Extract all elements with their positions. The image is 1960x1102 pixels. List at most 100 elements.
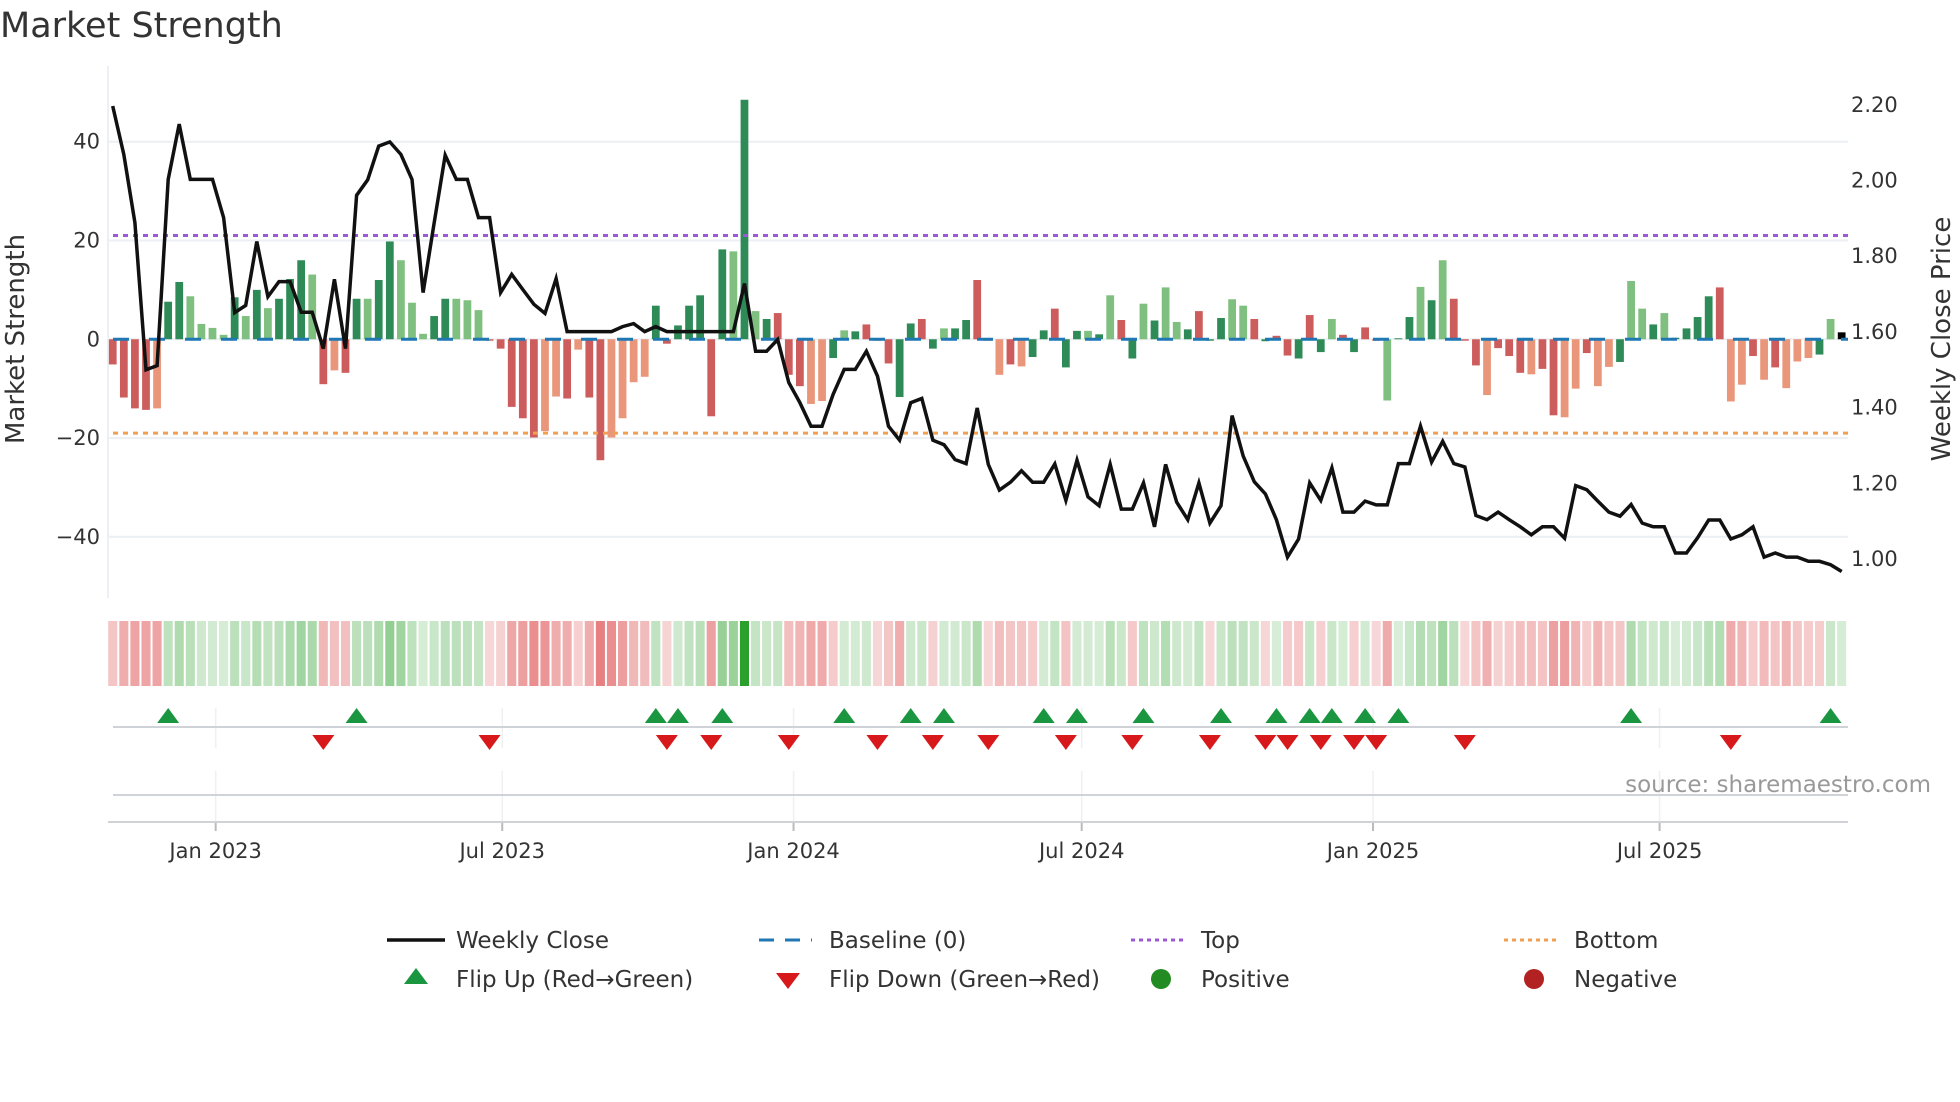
right-tick-label: 2.20 <box>1851 93 1898 117</box>
strength-bar <box>1516 339 1525 373</box>
strength-bar <box>629 339 638 383</box>
strength-bar <box>1350 339 1358 353</box>
x-tick-label: Jan 2023 <box>167 839 262 863</box>
heatmap-cell <box>1072 621 1082 686</box>
flip-up-marker <box>644 708 667 723</box>
heatmap-cell <box>1127 621 1137 686</box>
heatmap-cell <box>950 621 960 686</box>
flip-up-marker <box>1210 708 1233 723</box>
strength-bar <box>1194 311 1203 340</box>
flip-up-marker <box>157 708 180 723</box>
heatmap-cell <box>662 621 672 686</box>
right-tick-label: 1.80 <box>1851 244 1898 268</box>
flip-down-marker <box>1054 735 1077 750</box>
heatmap-cell <box>1770 621 1780 686</box>
strength-bar <box>1616 339 1624 362</box>
heatmap-cell <box>850 621 860 686</box>
heatmap-cell <box>1050 621 1060 686</box>
strength-bar <box>1028 339 1037 358</box>
heatmap-cell <box>1659 621 1669 686</box>
heatmap-cell <box>828 621 838 686</box>
strength-bar <box>1582 339 1591 354</box>
heatmap-cell <box>1704 621 1714 686</box>
flip-down-marker <box>1121 735 1144 750</box>
heatmap-cell <box>1227 621 1237 686</box>
flip-up-marker <box>1620 708 1643 723</box>
strength-bar <box>1660 313 1669 340</box>
heatmap-cell <box>1349 621 1359 686</box>
heatmap-cell <box>1482 621 1492 686</box>
heatmap-cell <box>595 621 605 686</box>
strength-bar <box>1383 339 1392 401</box>
strength-bar <box>175 281 184 340</box>
heatmap-cell <box>551 621 561 686</box>
flip-down-triangle-icon <box>776 973 800 989</box>
heatmap-cell <box>717 621 727 686</box>
heatmap-cell <box>1593 621 1603 686</box>
strength-bar <box>264 308 272 340</box>
flip-down-marker <box>478 735 501 750</box>
heatmap-cell <box>584 621 594 686</box>
right-tick-label: 2.00 <box>1851 169 1898 193</box>
strength-bar <box>607 339 616 438</box>
flip-up-marker <box>1387 708 1410 723</box>
heatmap-cell <box>1404 621 1414 686</box>
heatmap-cell <box>1105 621 1115 686</box>
heatmap-cell <box>207 621 218 686</box>
heatmap-cell <box>1759 621 1769 686</box>
heatmap-cell <box>739 621 750 686</box>
strength-bar <box>119 339 128 398</box>
right-tick-label: 1.40 <box>1851 396 1898 420</box>
flip-up-marker <box>1065 708 1088 723</box>
left-tick-label: −40 <box>56 525 100 549</box>
heatmap-cell <box>1648 621 1658 686</box>
heatmap-cell <box>1061 621 1071 686</box>
strength-bar <box>762 319 771 340</box>
strength-bar <box>1793 339 1802 362</box>
heatmap-cell <box>1371 621 1381 686</box>
flip-down-marker <box>655 735 678 750</box>
strength-bars <box>108 99 1846 461</box>
heatmap-cell <box>418 621 428 686</box>
heatmap-cell <box>1183 621 1193 686</box>
heatmap-cell <box>651 621 661 686</box>
strength-bar <box>1560 339 1569 418</box>
heatmap-cell <box>219 621 229 686</box>
strength-bar <box>530 339 538 438</box>
flip-up-triangle-icon <box>404 968 428 984</box>
heatmap-cell <box>1316 621 1326 686</box>
strength-bar <box>507 339 516 407</box>
heatmap-cell <box>684 621 694 686</box>
strength-bar <box>441 298 450 340</box>
strength-bar <box>1294 339 1303 359</box>
heatmap-cell <box>706 621 716 686</box>
strength-bar <box>1438 260 1447 340</box>
right-axis-title: Weekly Close Price <box>1927 217 1957 462</box>
flip-up-marker <box>1265 708 1288 723</box>
heatmap-cell <box>163 621 173 686</box>
strength-bar <box>463 300 472 340</box>
heatmap-cell <box>1382 621 1392 686</box>
right-tick-label: 1.60 <box>1851 320 1898 344</box>
flip-down-marker <box>866 735 889 750</box>
heatmap-cell <box>473 621 484 686</box>
heatmap-cell <box>806 621 816 686</box>
strength-bar <box>541 339 549 432</box>
heatmap-cell <box>285 621 295 686</box>
heatmap-cell <box>1194 621 1204 686</box>
heatmap-cell <box>1670 621 1680 686</box>
heatmap-cell <box>1039 621 1049 686</box>
heatmap-cell <box>1161 621 1171 686</box>
strength-bar <box>1771 339 1780 368</box>
heatmap-cell <box>1748 621 1758 686</box>
heatmap-cell <box>983 621 993 686</box>
strength-bar <box>241 316 250 340</box>
strength-bar <box>552 339 560 397</box>
strength-bar <box>1760 339 1768 380</box>
strength-bar <box>1605 339 1613 367</box>
strength-bar <box>1139 303 1148 340</box>
strength-heatmap-strip <box>108 621 1847 686</box>
strength-bar <box>1361 327 1369 340</box>
heatmap-cell <box>1515 621 1525 686</box>
heatmap-cell <box>751 621 761 686</box>
